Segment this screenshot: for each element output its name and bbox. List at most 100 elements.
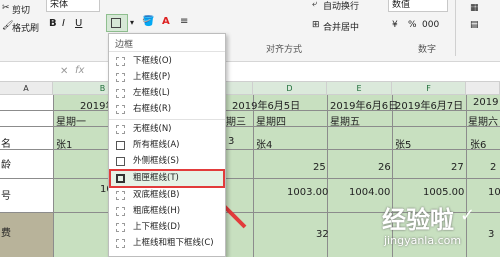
weekday-cell[interactable]: 期三: [226, 113, 246, 128]
fee-cell[interactable]: 32: [316, 229, 329, 240]
left-border-icon: [116, 89, 125, 98]
cancel-icon[interactable]: ✕: [60, 66, 68, 77]
top-border-icon: [116, 73, 125, 82]
age-cell[interactable]: 25: [313, 162, 326, 173]
thousands-button[interactable]: 000: [422, 20, 439, 30]
menu-item-top-bottom-border[interactable]: 上下框线(D): [111, 220, 223, 235]
name-cell[interactable]: 张1: [56, 136, 72, 151]
grid-line: [0, 149, 500, 150]
col-header-f[interactable]: F: [392, 82, 466, 95]
ribbon-divider: [455, 0, 456, 56]
date-cell[interactable]: 2019年6月5日: [232, 97, 300, 112]
menu-item-double-bottom-border[interactable]: 双底框线(B): [111, 188, 223, 203]
merge-icon[interactable]: ⊞: [312, 20, 320, 30]
no-border-icon: [116, 125, 125, 134]
menu-item-right-border[interactable]: 右框线(R): [111, 102, 223, 117]
formula-bar: ✕ fx: [0, 62, 500, 82]
right-border-icon: [116, 105, 125, 114]
border-grid-icon: [111, 18, 121, 28]
thick-bottom-border-icon: [116, 207, 125, 216]
format-painter-button[interactable]: 格式刷: [12, 21, 39, 34]
menu-item-thick-box-border[interactable]: 粗匣框线(T): [109, 169, 225, 188]
age-cell[interactable]: 26: [378, 162, 391, 173]
menu-divider: [109, 119, 225, 120]
menu-item-outside-border[interactable]: 外侧框线(S): [111, 154, 223, 169]
menu-item-all-borders[interactable]: 所有框线(A): [111, 138, 223, 153]
row-label-name[interactable]: 名: [1, 135, 11, 150]
grid-line: [253, 95, 254, 257]
double-bottom-border-icon: [116, 191, 125, 200]
menu-item-left-border[interactable]: 左框线(L): [111, 86, 223, 101]
percent-button[interactable]: %: [408, 20, 417, 30]
chevron-down-icon[interactable]: ▾: [130, 17, 134, 29]
name-cell[interactable]: 张6: [470, 136, 486, 151]
top-bottom-border-icon: [116, 223, 125, 232]
check-icon: ✓: [460, 205, 476, 226]
border-button[interactable]: [106, 14, 128, 32]
top-thick-bottom-border-icon: [116, 239, 125, 248]
id-cell[interactable]: 10: [488, 187, 500, 198]
align-left-icon[interactable]: ≡: [180, 16, 188, 28]
menu-item-top-border[interactable]: 上框线(P): [111, 70, 223, 85]
weekday-cell[interactable]: 星期五: [330, 113, 360, 128]
border-menu-title: 边框: [115, 40, 134, 50]
col-header-a[interactable]: A: [0, 82, 53, 95]
col-header-e[interactable]: E: [327, 82, 392, 95]
row-label-fee[interactable]: 费: [1, 224, 11, 239]
all-borders-icon: [116, 141, 125, 150]
col-header-g[interactable]: [466, 82, 500, 95]
table-style-icon[interactable]: ▤: [470, 20, 479, 30]
outside-border-icon: [116, 157, 125, 166]
date-cell[interactable]: 2019年6月7日: [395, 97, 463, 112]
id-cell[interactable]: 1003.00: [287, 187, 328, 198]
watermark-title: 经验啦: [382, 206, 454, 234]
id-cell[interactable]: 1005.00: [423, 187, 464, 198]
formula-input[interactable]: [230, 64, 498, 79]
ribbon-toolbar: ✂ 剪切 🖌 格式刷 宋体 B I U ▾ 🪣 A ≡ ⤶ 自动换行 ⊞ 合并居…: [0, 0, 500, 62]
alignment-group-label: 对齐方式: [266, 45, 303, 55]
name-cell[interactable]: 3: [228, 136, 234, 147]
bold-button[interactable]: B: [49, 18, 57, 30]
age-cell[interactable]: 27: [451, 162, 464, 173]
fill-color-icon[interactable]: 🪣: [142, 16, 154, 28]
menu-item-top-thick-bottom-border[interactable]: 上框线和粗下框线(C): [111, 236, 223, 251]
spreadsheet-grid[interactable]: A B C D E F 2019年 2019年6月5日 2019年6月6日 20…: [0, 82, 500, 257]
conditional-format-icon[interactable]: ▦: [470, 3, 479, 13]
date-cell[interactable]: 2019: [473, 97, 498, 108]
bottom-border-icon: [116, 57, 125, 66]
font-color-button[interactable]: A: [162, 16, 170, 28]
scissors-icon[interactable]: ✂: [2, 3, 10, 13]
font-name-select[interactable]: 宋体: [46, 0, 100, 12]
weekday-cell[interactable]: 星期四: [256, 113, 286, 128]
menu-item-no-border[interactable]: 无框线(N): [111, 122, 223, 137]
italic-button[interactable]: I: [62, 18, 65, 30]
thick-box-border-icon: [116, 174, 125, 183]
weekday-cell[interactable]: 星期一: [56, 113, 86, 128]
wrap-text-button[interactable]: 自动换行: [323, 0, 359, 12]
cut-button[interactable]: 剪切: [12, 3, 30, 16]
underline-button[interactable]: U: [75, 18, 82, 30]
border-menu: 边框 下框线(O) 上框线(P) 左框线(L) 右框线(R) 无框线(N) 所有…: [108, 33, 226, 257]
grid-line: [53, 95, 54, 257]
watermark-url: jingyanla.com: [384, 234, 462, 247]
fx-button[interactable]: fx: [75, 65, 84, 76]
merge-center-button[interactable]: 合并居中: [323, 20, 359, 33]
number-format-select[interactable]: 数值: [388, 0, 448, 12]
col-header-d[interactable]: D: [253, 82, 327, 95]
wrap-text-icon[interactable]: ⤶: [312, 0, 317, 9]
menu-divider: [109, 51, 225, 52]
name-cell[interactable]: 张4: [256, 136, 272, 151]
name-cell[interactable]: 张5: [395, 136, 411, 151]
grid-line: [0, 178, 500, 179]
watermark: 经验啦 ✓ jingyanla.com: [378, 200, 498, 255]
row-label-id[interactable]: 号: [1, 187, 11, 202]
currency-icon[interactable]: ¥: [392, 20, 398, 30]
date-cell[interactable]: 2019年6月6日: [330, 97, 398, 112]
number-group-label: 数字: [418, 45, 437, 55]
row-label-age[interactable]: 龄: [1, 156, 11, 171]
id-cell[interactable]: 1004.00: [349, 187, 390, 198]
menu-item-thick-bottom-border[interactable]: 粗底框线(H): [111, 204, 223, 219]
menu-item-bottom-border[interactable]: 下框线(O): [111, 54, 223, 69]
weekday-cell[interactable]: 星期六: [468, 113, 498, 128]
age-cell[interactable]: 2: [490, 162, 496, 173]
